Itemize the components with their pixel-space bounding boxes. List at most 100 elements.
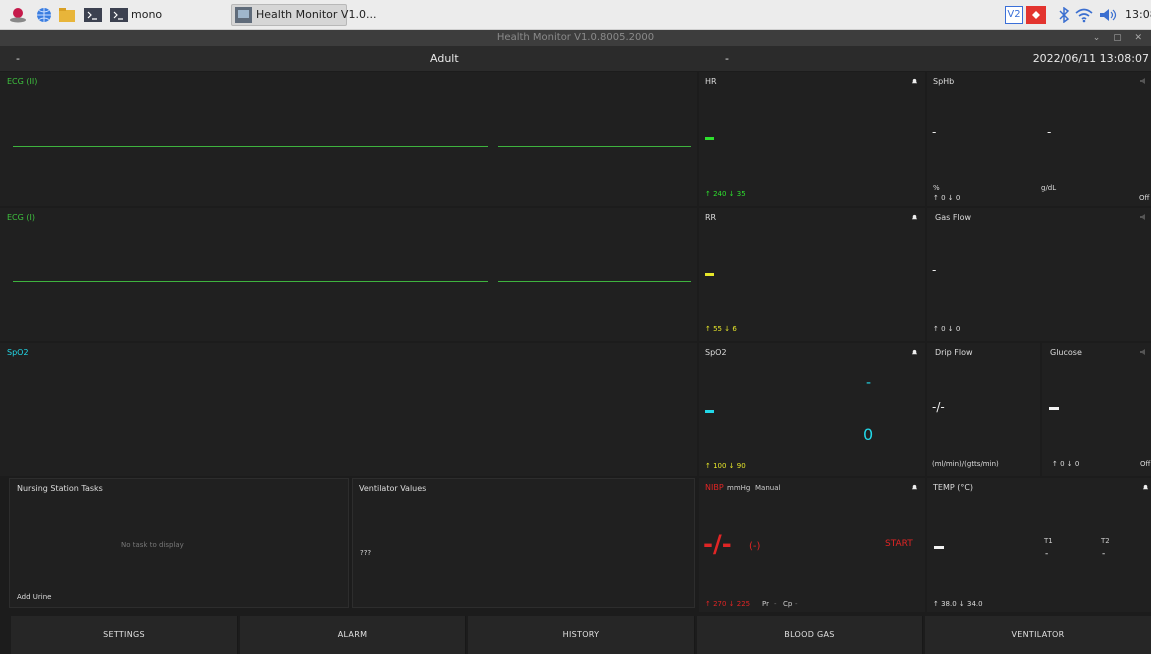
glucose-label: Glucose xyxy=(1050,348,1082,357)
os-taskbar: mono Health Monitor V1.0... V2 13:08 xyxy=(0,0,1151,30)
glucose-panel[interactable]: Glucose ↑ 0 ↓ 0 Off xyxy=(1042,343,1151,476)
rr-label: RR xyxy=(705,213,717,222)
ventilator-values-panel[interactable]: Ventilator Values ??? xyxy=(352,478,695,608)
remote-control-icon[interactable] xyxy=(1026,6,1046,24)
sphb-value-right: - xyxy=(1047,125,1052,139)
bluetooth-icon[interactable] xyxy=(1058,7,1070,23)
gas-flow-limits: ↑ 0 ↓ 0 xyxy=(933,325,961,333)
nursing-tasks-panel[interactable]: Nursing Station Tasks No task to display… xyxy=(9,478,349,608)
bell-icon[interactable] xyxy=(911,214,918,221)
nibp-value: -/- xyxy=(703,530,732,558)
temp-panel[interactable]: TEMP (°C) T1 T2 - - ↑ 38.0 ↓ 34.0 xyxy=(927,478,1151,612)
nibp-limits: ↑ 270 ↓ 225 xyxy=(705,600,751,608)
ventilator-button[interactable]: VENTILATOR xyxy=(925,616,1151,654)
add-urine-button[interactable]: Add Urine xyxy=(17,593,51,601)
nibp-mean: (-) xyxy=(749,541,761,552)
header-datetime: 2022/06/11 13:08:07 xyxy=(1032,52,1149,65)
rr-value xyxy=(705,273,714,276)
glucose-status: Off xyxy=(1140,460,1151,468)
nibp-cp-value: - xyxy=(795,600,798,608)
window-title: Health Monitor V1.0.8005.2000 xyxy=(496,32,655,43)
taskbar-clock: 13:08 xyxy=(1125,8,1151,21)
spo2-wave-label: SpO2 xyxy=(7,348,29,357)
bell-icon[interactable] xyxy=(911,78,918,85)
speaker-off-icon[interactable] xyxy=(1140,348,1149,356)
bell-icon[interactable] xyxy=(911,484,918,491)
rr-limits: ↑ 55 ↓ 6 xyxy=(705,325,737,333)
blood-gas-button[interactable]: BLOOD GAS xyxy=(697,616,923,654)
drip-flow-label: Drip Flow xyxy=(935,348,973,357)
nibp-mode: Manual xyxy=(755,484,781,492)
spo2-param-panel[interactable]: SpO2 - 0 ↑ 100 ↓ 90 xyxy=(699,343,925,476)
bell-icon[interactable] xyxy=(1142,484,1149,491)
ecg-i-wave-panel[interactable]: ECG (I) xyxy=(0,208,697,341)
taskbar-mono-label[interactable]: mono xyxy=(131,8,162,21)
gas-flow-value: - xyxy=(932,263,937,277)
nibp-cp-label: Cp xyxy=(783,600,793,608)
temp-label: TEMP (°C) xyxy=(933,483,974,492)
spo2-wave-panel[interactable]: SpO2 xyxy=(0,343,697,476)
health-monitor-task-button[interactable]: Health Monitor V1.0... xyxy=(231,4,376,26)
header-left-value: - xyxy=(16,52,20,65)
nibp-panel[interactable]: NIBP mmHg Manual -/- (-) START ↑ 270 ↓ 2… xyxy=(699,478,925,612)
nibp-pr-label: Pr xyxy=(762,600,769,608)
ecg-ii-wave-panel[interactable]: ECG (II) xyxy=(0,72,697,206)
settings-button[interactable]: SETTINGS xyxy=(11,616,238,654)
hr-value xyxy=(705,137,714,140)
sphb-value-left: - xyxy=(932,125,937,139)
browser-globe-icon[interactable] xyxy=(35,7,53,23)
sphb-param-panel[interactable]: SpHb - - % g/dL ↑ 0 ↓ 0 Off xyxy=(927,72,1151,206)
nibp-start-button[interactable]: START xyxy=(885,539,913,549)
health-monitor-app-icon xyxy=(235,7,252,23)
volume-icon[interactable] xyxy=(1099,7,1117,23)
gas-flow-panel[interactable]: Gas Flow - ↑ 0 ↓ 0 xyxy=(927,208,1151,341)
history-button[interactable]: HISTORY xyxy=(468,616,695,654)
temp-value xyxy=(934,546,944,549)
spo2-limits: ↑ 100 ↓ 90 xyxy=(705,462,746,470)
glucose-limits: ↑ 0 ↓ 0 xyxy=(1052,460,1080,468)
ventilator-values-value: ??? xyxy=(360,549,372,557)
sphb-unit-right: g/dL xyxy=(1041,184,1057,192)
bell-icon[interactable] xyxy=(911,349,918,356)
drip-flow-panel[interactable]: Drip Flow -/- (ml/min)/(gtts/min) xyxy=(927,343,1040,476)
task-button-title: Health Monitor V1.0... xyxy=(256,8,377,21)
rr-param-panel[interactable]: RR ↑ 55 ↓ 6 xyxy=(699,208,925,341)
terminal-mono-icon[interactable] xyxy=(110,7,128,23)
hr-param-panel[interactable]: HR ↑ 240 ↓ 35 xyxy=(699,72,925,206)
temp-t2-label: T2 xyxy=(1101,537,1110,545)
ecg-i-trace-2 xyxy=(498,281,691,282)
vnc-label: V2 xyxy=(1007,9,1021,20)
window-controls[interactable]: ⌄ ▢ ✕ xyxy=(1093,30,1147,46)
speaker-off-icon[interactable] xyxy=(1140,77,1149,85)
header-middle-value: - xyxy=(725,52,729,65)
drip-flow-unit: (ml/min)/(gtts/min) xyxy=(932,460,999,468)
ecg-ii-trace xyxy=(13,146,488,147)
file-manager-icon[interactable] xyxy=(58,7,76,23)
terminal-icon[interactable] xyxy=(84,7,102,23)
nursing-tasks-title: Nursing Station Tasks xyxy=(17,484,103,493)
speaker-off-icon[interactable] xyxy=(1140,213,1149,221)
temp-t1-value: - xyxy=(1045,549,1049,559)
patient-type[interactable]: Adult xyxy=(430,46,459,71)
spo2-value: 0 xyxy=(863,425,874,444)
gas-flow-label: Gas Flow xyxy=(935,213,972,222)
sphb-label: SpHb xyxy=(933,77,955,86)
drip-flow-value: -/- xyxy=(932,400,945,414)
ecg-i-label: ECG (I) xyxy=(7,213,35,222)
nursing-empty-message: No task to display xyxy=(121,541,184,549)
temp-t2-value: - xyxy=(1102,549,1106,559)
nibp-label: NIBP xyxy=(705,483,724,492)
hr-limits: ↑ 240 ↓ 35 xyxy=(705,190,746,198)
alarm-button[interactable]: ALARM xyxy=(240,616,466,654)
temp-limits: ↑ 38.0 ↓ 34.0 xyxy=(933,600,983,608)
nibp-pr-value: - xyxy=(774,600,777,608)
raspberry-menu-icon[interactable] xyxy=(9,7,27,23)
wifi-icon[interactable] xyxy=(1075,7,1093,23)
spo2-value-dash xyxy=(705,410,714,413)
ecg-ii-trace-2 xyxy=(498,146,691,147)
hr-label: HR xyxy=(705,77,717,86)
vnc-icon[interactable]: V2 xyxy=(1005,6,1023,24)
ventilator-values-title: Ventilator Values xyxy=(359,484,427,493)
nibp-unit: mmHg xyxy=(727,484,751,492)
temp-t1-label: T1 xyxy=(1044,537,1053,545)
